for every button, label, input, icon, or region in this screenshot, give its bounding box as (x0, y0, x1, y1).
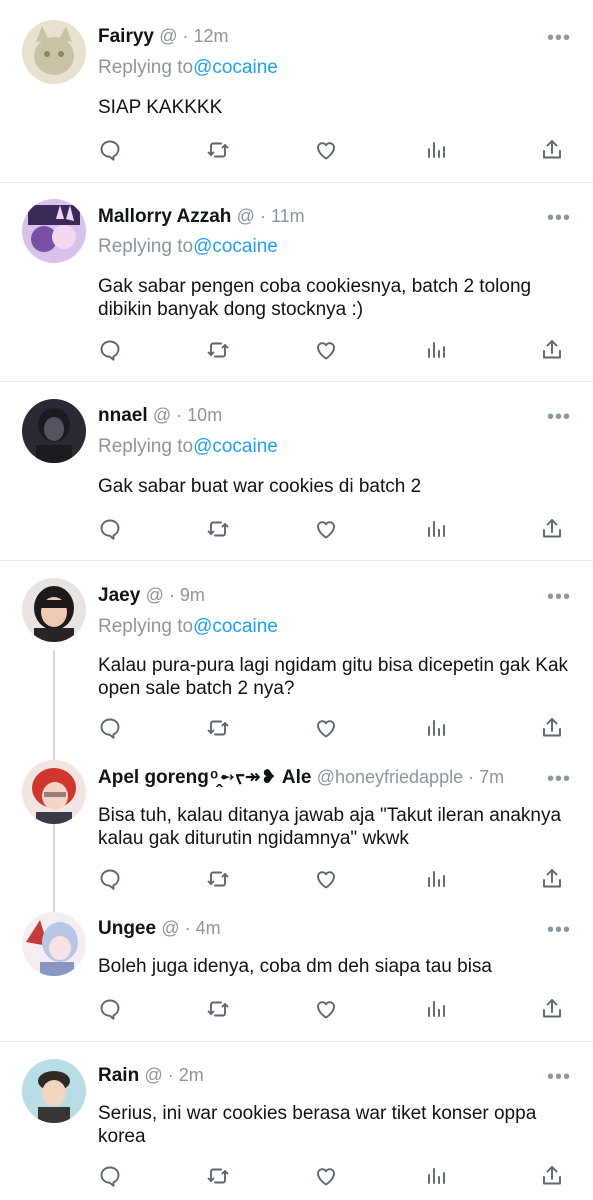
reply-icon[interactable] (98, 716, 124, 742)
tweet-text: Bisa tuh, kalau ditanya jawab aja "Takut… (98, 805, 562, 849)
share-icon[interactable] (540, 517, 566, 543)
replying-to-handle[interactable]: @cocaine (193, 616, 278, 637)
reply-tweet[interactable]: Ungee @ · 4m ••• Boleh juga idenya, coba… (0, 903, 593, 1040)
share-icon[interactable] (540, 716, 566, 742)
like-icon[interactable] (314, 997, 340, 1023)
reply-icon[interactable] (98, 867, 124, 893)
handle-timestamp: @ · 9m (145, 585, 205, 605)
handle-timestamp: @honeyfriedapple · 7m (316, 767, 505, 787)
replying-to-label: Replying to (98, 236, 194, 257)
handle-timestamp: @ · 12m (159, 26, 229, 46)
reply-icon[interactable] (98, 138, 124, 164)
retweet-icon[interactable] (206, 138, 232, 164)
display-name[interactable]: Jaey (98, 585, 140, 606)
analytics-icon[interactable] (424, 138, 450, 164)
more-options-icon[interactable]: ••• (547, 769, 571, 789)
retweet-icon[interactable] (206, 338, 232, 364)
reply-tweet[interactable]: Jaey @ · 9m ••• Replying to@cocaine Kala… (0, 561, 593, 751)
retweet-icon[interactable] (206, 517, 232, 543)
replying-to-handle[interactable]: @cocaine (193, 236, 278, 257)
share-icon[interactable] (540, 338, 566, 364)
analytics-icon[interactable] (424, 716, 450, 742)
more-options-icon[interactable]: ••• (547, 1067, 571, 1087)
reply-tweet[interactable]: Rain @ · 2m ••• Serius, ini war cookies … (0, 1042, 593, 1200)
reply-tweet[interactable]: Mallorry Azzah @ · 11m ••• Replying to@c… (0, 183, 593, 381)
retweet-icon[interactable] (206, 716, 232, 742)
replying-to-label: Replying to (98, 57, 194, 78)
tweet-text: Serius, ini war cookies berasa war tiket… (98, 1103, 537, 1147)
reply-icon[interactable] (98, 997, 124, 1023)
reply-icon[interactable] (98, 1164, 124, 1190)
tweet-text: Boleh juga idenya, coba dm deh siapa tau… (98, 956, 492, 977)
retweet-icon[interactable] (206, 997, 232, 1023)
more-options-icon[interactable]: ••• (547, 920, 571, 940)
analytics-icon[interactable] (424, 867, 450, 893)
avatar[interactable] (22, 1059, 86, 1123)
replying-to-handle[interactable]: @cocaine (193, 436, 278, 457)
retweet-icon[interactable] (206, 1164, 232, 1190)
more-options-icon[interactable]: ••• (547, 587, 571, 607)
display-name[interactable]: Apel goreng ͦ ̭➻ᡕ↠❥ Ale (98, 767, 311, 788)
display-name[interactable]: Fairyy (98, 26, 154, 47)
tweet-text: Gak sabar pengen coba cookiesnya, batch … (98, 276, 532, 320)
analytics-icon[interactable] (424, 517, 450, 543)
avatar[interactable] (22, 399, 86, 463)
avatar[interactable] (22, 760, 86, 824)
share-icon[interactable] (540, 997, 566, 1023)
handle-timestamp: @ · 10m (152, 405, 223, 425)
handle-timestamp: @ · 11m (236, 206, 305, 226)
avatar[interactable] (22, 912, 86, 976)
avatar[interactable] (22, 20, 86, 84)
replying-to-label: Replying to (98, 616, 194, 637)
reply-tweet[interactable]: nnael @ · 10m ••• Replying to@cocaine Ga… (0, 382, 593, 560)
display-name[interactable]: Mallorry Azzah (98, 206, 231, 227)
share-icon[interactable] (540, 138, 566, 164)
like-icon[interactable] (314, 517, 340, 543)
reply-icon[interactable] (98, 517, 124, 543)
more-options-icon[interactable]: ••• (547, 28, 571, 48)
analytics-icon[interactable] (424, 997, 450, 1023)
share-icon[interactable] (540, 867, 566, 893)
like-icon[interactable] (314, 338, 340, 364)
retweet-icon[interactable] (206, 867, 232, 893)
more-options-icon[interactable]: ••• (547, 407, 571, 427)
reply-tweet[interactable]: Apel goreng ͦ ̭➻ᡕ↠❥ Ale @honeyfriedapple… (0, 752, 593, 902)
tweet-text: Gak sabar buat war cookies di batch 2 (98, 476, 422, 497)
display-name[interactable]: Ungee (98, 918, 156, 939)
display-name[interactable]: nnael (98, 405, 148, 426)
analytics-icon[interactable] (424, 1164, 450, 1190)
like-icon[interactable] (314, 867, 340, 893)
reply-tweet[interactable]: Fairyy @ · 12m ••• Replying to@cocaine S… (0, 0, 593, 182)
analytics-icon[interactable] (424, 338, 450, 364)
share-icon[interactable] (540, 1164, 566, 1190)
replying-to-label: Replying to (98, 436, 194, 457)
avatar[interactable] (22, 199, 86, 263)
replying-to-handle[interactable]: @cocaine (193, 57, 278, 78)
tweet-text: Kalau pura-pura lagi ngidam gitu bisa di… (98, 655, 569, 699)
like-icon[interactable] (314, 138, 340, 164)
handle-timestamp: @ · 2m (144, 1065, 204, 1085)
reply-icon[interactable] (98, 338, 124, 364)
handle-timestamp: @ · 4m (161, 918, 221, 938)
like-icon[interactable] (314, 716, 340, 742)
tweet-text: SIAP KAKKKK (98, 97, 223, 118)
display-name[interactable]: Rain (98, 1065, 139, 1086)
more-options-icon[interactable]: ••• (547, 208, 571, 228)
like-icon[interactable] (314, 1164, 340, 1190)
avatar[interactable] (22, 578, 86, 642)
